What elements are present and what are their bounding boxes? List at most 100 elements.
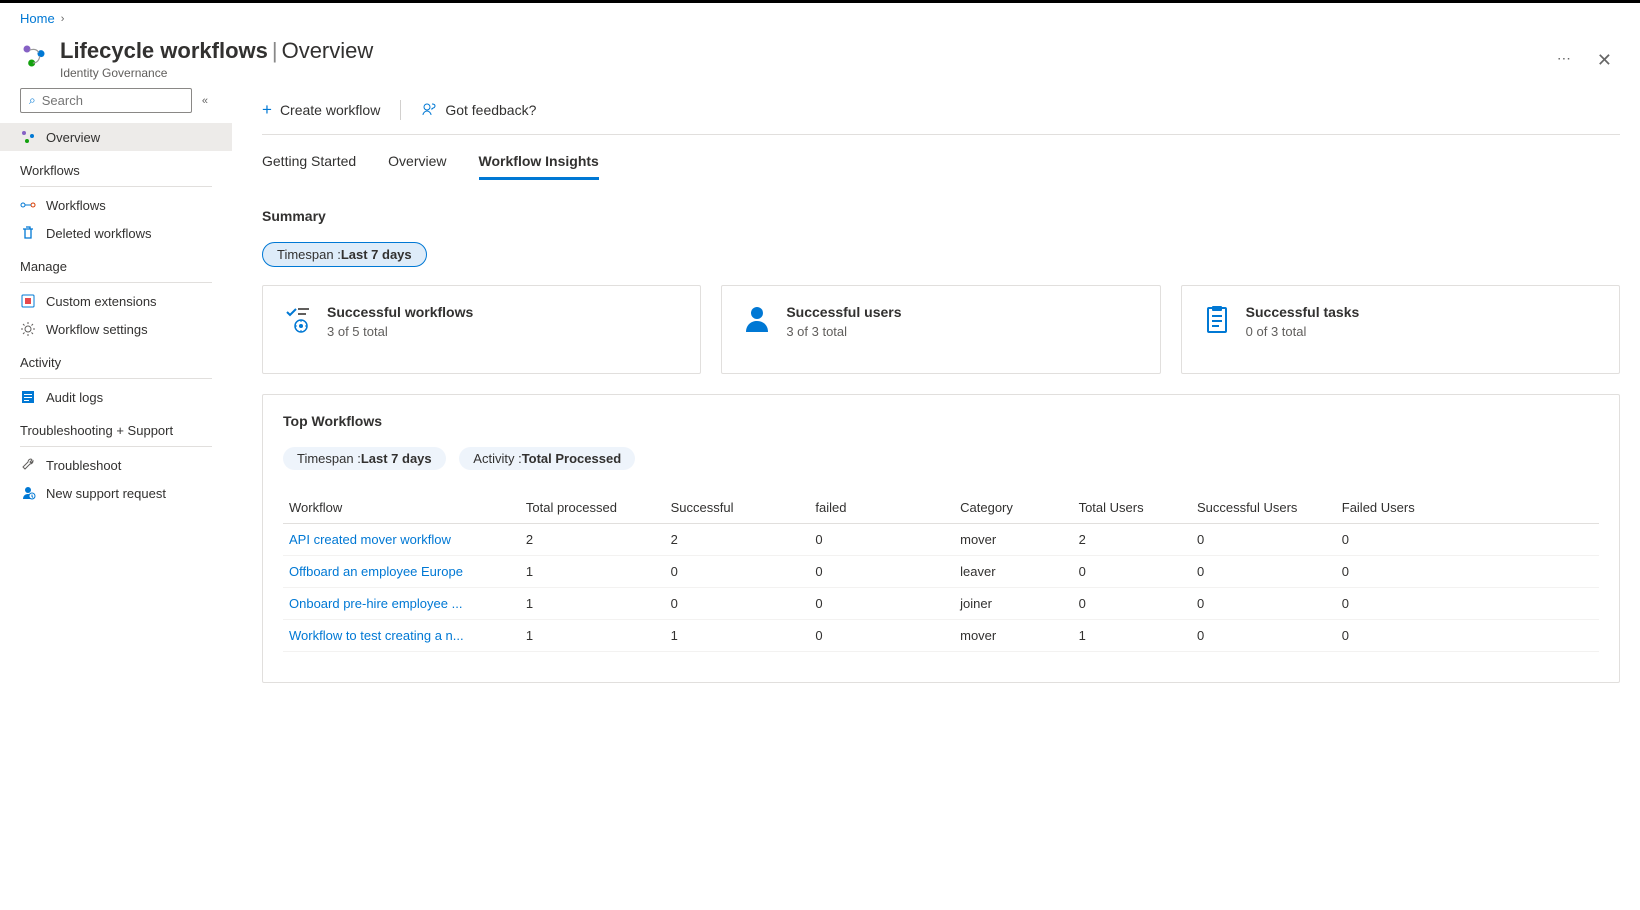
tab-overview[interactable]: Overview bbox=[388, 145, 446, 180]
table-row: Onboard pre-hire employee ...100joiner00… bbox=[283, 588, 1599, 620]
create-workflow-button[interactable]: + Create workflow bbox=[262, 100, 380, 120]
col-total-processed[interactable]: Total processed bbox=[520, 492, 665, 524]
breadcrumb: Home › bbox=[0, 3, 1640, 34]
sidebar-item-deleted-workflows[interactable]: Deleted workflows bbox=[0, 219, 232, 247]
cell: 0 bbox=[1191, 556, 1336, 588]
col-workflow[interactable]: Workflow bbox=[283, 492, 520, 524]
collapse-sidebar-button[interactable]: « bbox=[198, 91, 212, 111]
gear-icon bbox=[20, 321, 36, 337]
cell: 0 bbox=[665, 556, 810, 588]
cell: leaver bbox=[954, 556, 1072, 588]
activity-filter[interactable]: Activity : Total Processed bbox=[459, 447, 635, 470]
search-icon: ⌕ bbox=[29, 93, 36, 108]
sidebar-item-audit-logs[interactable]: Audit logs bbox=[0, 383, 232, 411]
toolbar: + Create workflow Got feedback? bbox=[262, 88, 1620, 134]
table-row: Offboard an employee Europe100leaver000 bbox=[283, 556, 1599, 588]
table-row: API created mover workflow220mover200 bbox=[283, 524, 1599, 556]
cell: 0 bbox=[1336, 588, 1599, 620]
sidebar-section-activity: Activity bbox=[0, 343, 232, 374]
sidebar-item-new-support[interactable]: New support request bbox=[0, 479, 232, 507]
extensions-icon bbox=[20, 293, 36, 309]
timespan-filter-2[interactable]: Timespan : Last 7 days bbox=[283, 447, 446, 470]
cell: 0 bbox=[809, 620, 954, 652]
wrench-icon bbox=[20, 457, 36, 473]
sidebar-section-support: Troubleshooting + Support bbox=[0, 411, 232, 442]
workflows-icon bbox=[20, 197, 36, 213]
cell: 0 bbox=[1073, 556, 1191, 588]
sidebar-item-label: Audit logs bbox=[46, 390, 103, 405]
card-title: Successful tasks bbox=[1246, 304, 1360, 320]
workflow-link[interactable]: Offboard an employee Europe bbox=[289, 564, 463, 579]
sidebar-item-label: Troubleshoot bbox=[46, 458, 121, 473]
table-row: Workflow to test creating a n...110mover… bbox=[283, 620, 1599, 652]
more-menu[interactable]: ⋯ bbox=[1551, 48, 1577, 69]
top-workflows-title: Top Workflows bbox=[283, 413, 1599, 429]
cell: 0 bbox=[809, 588, 954, 620]
cell: 0 bbox=[665, 588, 810, 620]
col-category[interactable]: Category bbox=[954, 492, 1072, 524]
audit-logs-icon bbox=[20, 389, 36, 405]
sidebar-search[interactable]: ⌕ bbox=[20, 88, 192, 113]
breadcrumb-home[interactable]: Home bbox=[20, 11, 55, 26]
lifecycle-icon bbox=[20, 42, 48, 70]
sidebar-item-overview[interactable]: Overview bbox=[0, 123, 232, 151]
tabs: Getting Started Overview Workflow Insigh… bbox=[262, 135, 1620, 180]
close-button[interactable]: ✕ bbox=[1589, 42, 1620, 79]
cell: 0 bbox=[809, 556, 954, 588]
card-title: Successful users bbox=[786, 304, 901, 320]
cell: 2 bbox=[520, 524, 665, 556]
sidebar-item-custom-extensions[interactable]: Custom extensions bbox=[0, 287, 232, 315]
timespan-filter[interactable]: Timespan : Last 7 days bbox=[262, 242, 427, 267]
trash-icon bbox=[20, 225, 36, 241]
cell: 0 bbox=[1336, 556, 1599, 588]
plus-icon: + bbox=[262, 100, 272, 120]
cell: mover bbox=[954, 524, 1072, 556]
chevron-right-icon: › bbox=[61, 13, 65, 25]
cell: 2 bbox=[1073, 524, 1191, 556]
sidebar-section-manage: Manage bbox=[0, 247, 232, 278]
card-value: 3 of 3 total bbox=[786, 324, 901, 339]
overview-icon bbox=[20, 129, 36, 145]
cell: 1 bbox=[520, 588, 665, 620]
sidebar-item-troubleshoot[interactable]: Troubleshoot bbox=[0, 451, 232, 479]
col-failed[interactable]: failed bbox=[809, 492, 954, 524]
tab-getting-started[interactable]: Getting Started bbox=[262, 145, 356, 180]
workflows-check-icon bbox=[283, 304, 313, 334]
col-successful-users[interactable]: Successful Users bbox=[1191, 492, 1336, 524]
feedback-icon bbox=[421, 102, 437, 118]
workflow-link[interactable]: API created mover workflow bbox=[289, 532, 451, 547]
sidebar-item-workflows[interactable]: Workflows bbox=[0, 191, 232, 219]
card-value: 0 of 3 total bbox=[1246, 324, 1360, 339]
workflow-link[interactable]: Workflow to test creating a n... bbox=[289, 628, 464, 643]
card-title: Successful workflows bbox=[327, 304, 473, 320]
card-successful-workflows: Successful workflows 3 of 5 total bbox=[262, 285, 701, 374]
sidebar-item-label: Workflows bbox=[46, 198, 106, 213]
col-failed-users[interactable]: Failed Users bbox=[1336, 492, 1599, 524]
cell: 1 bbox=[665, 620, 810, 652]
col-successful[interactable]: Successful bbox=[665, 492, 810, 524]
cell: 0 bbox=[1073, 588, 1191, 620]
cell: 0 bbox=[1336, 524, 1599, 556]
cell: 0 bbox=[809, 524, 954, 556]
workflow-link[interactable]: Onboard pre-hire employee ... bbox=[289, 596, 462, 611]
card-successful-users: Successful users 3 of 3 total bbox=[721, 285, 1160, 374]
page-subtitle: Identity Governance bbox=[60, 66, 1539, 80]
col-total-users[interactable]: Total Users bbox=[1073, 492, 1191, 524]
cell: 1 bbox=[520, 556, 665, 588]
summary-cards: Successful workflows 3 of 5 total Succes… bbox=[262, 285, 1620, 374]
cell: joiner bbox=[954, 588, 1072, 620]
sidebar-item-workflow-settings[interactable]: Workflow settings bbox=[0, 315, 232, 343]
support-person-icon bbox=[20, 485, 36, 501]
cell: 0 bbox=[1191, 524, 1336, 556]
cell: 0 bbox=[1336, 620, 1599, 652]
feedback-button[interactable]: Got feedback? bbox=[421, 102, 536, 118]
tab-workflow-insights[interactable]: Workflow Insights bbox=[479, 145, 599, 180]
cell: 2 bbox=[665, 524, 810, 556]
search-input[interactable] bbox=[42, 93, 183, 108]
user-icon bbox=[742, 304, 772, 334]
card-value: 3 of 5 total bbox=[327, 324, 473, 339]
sidebar-item-label: Workflow settings bbox=[46, 322, 148, 337]
top-workflows-table: Workflow Total processed Successful fail… bbox=[283, 492, 1599, 652]
sidebar-section-workflows: Workflows bbox=[0, 151, 232, 182]
cell: 1 bbox=[520, 620, 665, 652]
